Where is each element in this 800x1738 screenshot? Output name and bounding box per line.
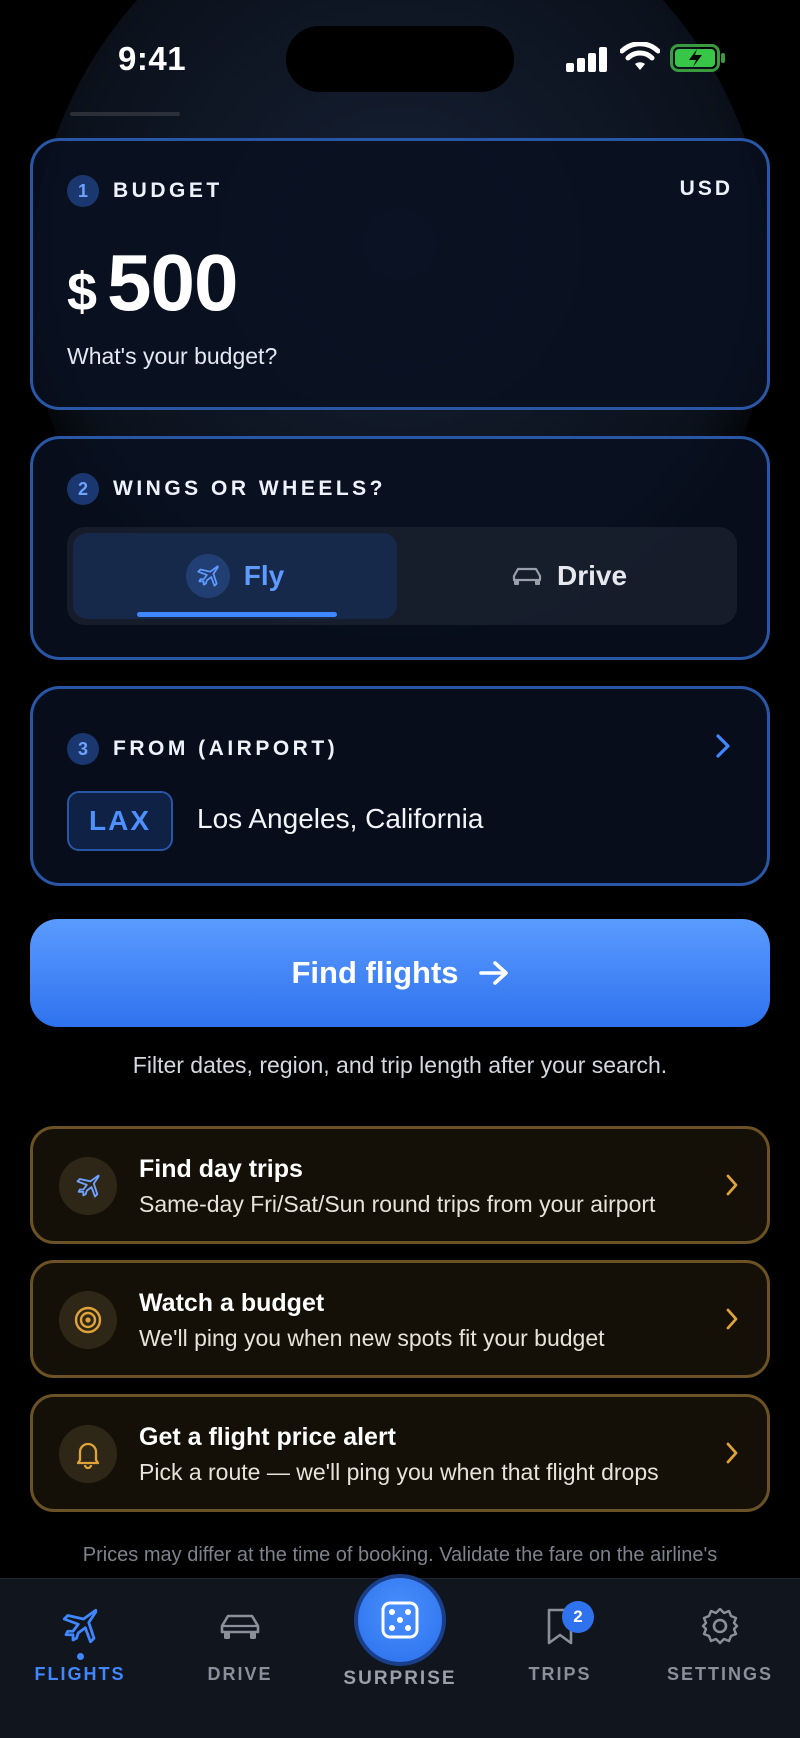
tab-drive[interactable]: DRIVE [170,1605,310,1685]
travel-mode-toggle[interactable]: Fly Drive [67,527,737,625]
day-trips-row[interactable]: Find day trips Same-day Fri/Sat/Sun roun… [30,1126,770,1244]
wifi-icon [620,42,660,70]
selected-indicator [137,612,337,617]
fly-option[interactable]: Fly [73,533,397,619]
promo-title: Find day trips [139,1155,303,1183]
plane-icon [62,1608,98,1644]
arrow-right-icon [478,961,508,985]
chevron-right-icon [726,1442,738,1464]
tab-label: SETTINGS [666,1664,773,1684]
promo-subtitle: Same-day Fri/Sat/Sun round trips from yo… [139,1191,656,1217]
find-flights-label: Find flights [291,955,459,990]
tab-label: DRIVE [207,1664,273,1684]
budget-title: BUDGET [113,179,223,202]
budget-amount[interactable]: 500 [107,243,238,323]
budget-amount-field[interactable]: $ 500 [67,243,239,323]
car-icon [220,1614,260,1639]
surprise-button[interactable] [354,1574,446,1666]
car-icon [512,567,542,585]
cellular-signal-icon [566,46,608,72]
promo-subtitle: Pick a route — we'll ping you when that … [139,1459,659,1485]
chevron-right-icon [726,1308,738,1330]
step-number-1: 1 [67,175,99,207]
currency-code[interactable]: USD [680,177,733,201]
step-number-2: 2 [67,473,99,505]
find-flights-button[interactable]: Find flights [30,919,770,1027]
airport-code-badge: LAX [67,791,173,851]
promo-subtitle: We'll ping you when new spots fit your b… [139,1325,605,1351]
step-number-3: 3 [67,733,99,765]
promo-title: Watch a budget [139,1289,325,1317]
battery-charging-icon [670,44,725,72]
tab-settings[interactable]: SETTINGS [650,1605,790,1685]
status-time: 9:41 [118,40,187,77]
plane-icon [59,1157,117,1215]
budget-question: What's your budget? [67,343,278,369]
chevron-right-icon [716,734,730,758]
travel-mode-card: 2 WINGS OR WHEELS? Fly Drive [30,436,770,660]
surprise-label: SURPRISE [343,1668,457,1689]
plane-icon [185,554,230,598]
price-alert-row[interactable]: Get a flight price alert Pick a route — … [30,1394,770,1512]
airport-city: Los Angeles, California [197,803,484,834]
target-icon [59,1291,117,1349]
tab-label: FLIGHTS [34,1664,126,1684]
dice-icon [381,1601,419,1639]
origin-airport-card[interactable]: 3 FROM (AIRPORT) LAX Los Angeles, Califo… [30,686,770,886]
scroll-hint-divider [70,112,180,116]
budget-card[interactable]: 1 BUDGET USD $ 500 What's your budget? [30,138,770,410]
fly-label: Fly [243,560,285,591]
active-tab-indicator [77,1653,84,1660]
promo-title: Get a flight price alert [139,1423,397,1451]
chevron-right-icon [726,1174,738,1196]
bell-icon [59,1425,117,1483]
drive-option[interactable]: Drive [407,533,731,619]
watch-budget-row[interactable]: Watch a budget We'll ping you when new s… [30,1260,770,1378]
travel-mode-title: WINGS OR WHEELS? [113,477,386,500]
trips-count-badge: 2 [562,1601,594,1633]
status-bar: 9:41 [0,0,800,110]
tab-label: TRIPS [528,1664,592,1684]
dynamic-island [286,26,514,92]
tab-flights[interactable]: FLIGHTS [10,1605,150,1685]
search-hint: Filter dates, region, and trip length af… [132,1052,668,1078]
price-disclaimer: Prices may differ at the time of booking… [82,1544,718,1566]
gear-icon [701,1607,739,1645]
currency-symbol: $ [67,262,98,322]
drive-label: Drive [556,560,628,591]
origin-title: FROM (AIRPORT) [113,737,339,760]
tab-trips[interactable]: TRIPS [490,1605,630,1685]
